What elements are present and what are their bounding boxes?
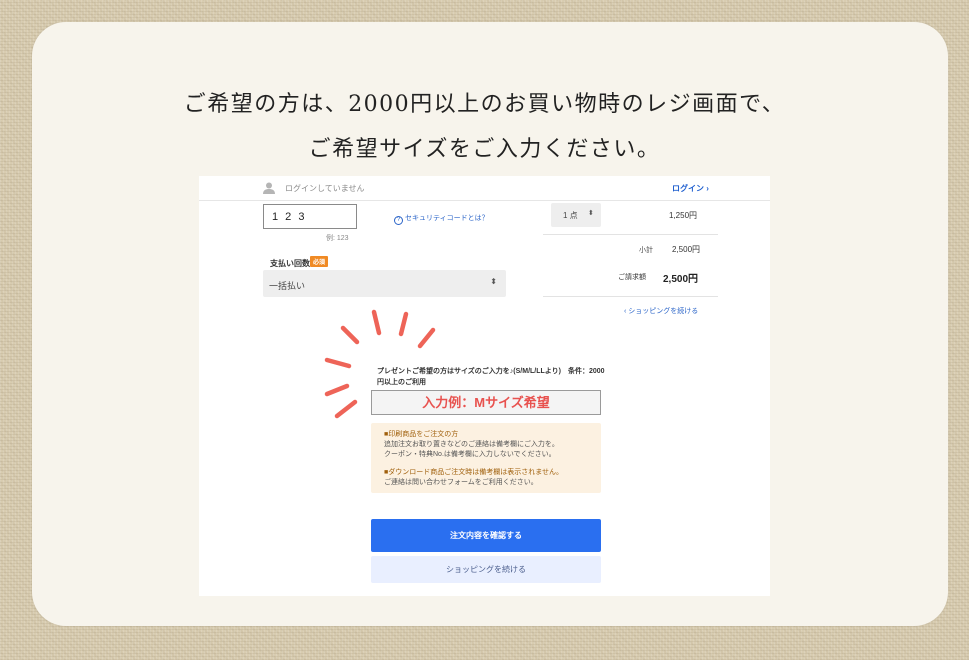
user-icon — [263, 182, 275, 194]
installments-label: 支払い回数 — [270, 259, 310, 268]
installments-value: 一括払い — [269, 281, 306, 291]
total-value: 2,500円 — [663, 274, 699, 285]
divider — [543, 234, 718, 235]
continue-shopping-button[interactable]: ショッピングを続ける — [371, 556, 601, 583]
divider — [543, 296, 718, 297]
continue-shopping-link[interactable]: ‹ ショッピングを続ける — [624, 306, 698, 316]
quantity-value: 1 点 — [563, 211, 578, 220]
security-code-input[interactable]: 1 2 3 — [263, 204, 357, 229]
security-code-help-label: セキュリティコードとは？ — [405, 215, 489, 222]
account-header: ログインしていません ログイン › — [199, 176, 770, 201]
remarks-input[interactable]: 入力例：Mサイズ希望 — [371, 390, 601, 415]
select-arrow-icon: ⬍ — [490, 277, 497, 286]
question-circle-icon: ? — [394, 216, 403, 225]
login-link[interactable]: ログイン › — [672, 183, 709, 194]
security-code-hint: 例: 123 — [326, 235, 349, 242]
download-notice-line: ご連絡は問い合わせフォームをご利用ください。 — [384, 479, 538, 486]
print-notice-heading: ■印刷商品をご注文の方 — [384, 431, 459, 438]
line-price: 1,250円 — [669, 211, 698, 220]
security-code-help-link[interactable]: ? セキュリティコードとは？ — [394, 213, 489, 225]
subtotal-label: 小計 — [639, 247, 653, 254]
confirm-order-button[interactable]: 注文内容を確認する — [371, 519, 601, 552]
instruction-heading-line1: ご希望の方は、2000円以上のお買い物時のレジ画面で、 — [183, 92, 786, 117]
print-notice-line: クーポン・特典No.は備考欄に入力しないでください。 — [384, 451, 556, 458]
subtotal-value: 2,500円 — [672, 245, 701, 254]
select-arrow-icon: ⬍ — [588, 210, 594, 217]
instruction-heading-line2: ご希望サイズをご入力ください。 — [308, 137, 661, 162]
checkout-screenshot: ログインしていません ログイン › 1 2 3 例: 123 ? セキュリティコー… — [199, 176, 770, 596]
present-size-note: プレゼントご希望の方はサイズのご入力を♪(S/M/L/LLより) 条件：2000… — [377, 368, 605, 386]
required-badge: 必須 — [310, 256, 329, 267]
total-label: ご請求額 — [618, 274, 646, 281]
login-status-text: ログインしていません — [285, 184, 365, 193]
download-notice-heading: ■ダウンロード商品ご注文時は備考欄は表示されません。 — [384, 469, 564, 476]
installments-select[interactable]: 一括払い ⬍ — [263, 270, 506, 297]
print-notice-line: 追加注文お取り置きなどのご連絡は備考欄にご入力を。 — [384, 441, 559, 448]
notice-box: ■印刷商品をご注文の方 追加注文お取り置きなどのご連絡は備考欄にご入力を。 クー… — [371, 423, 601, 493]
quantity-select[interactable]: 1 点 ⬍ — [551, 203, 601, 227]
